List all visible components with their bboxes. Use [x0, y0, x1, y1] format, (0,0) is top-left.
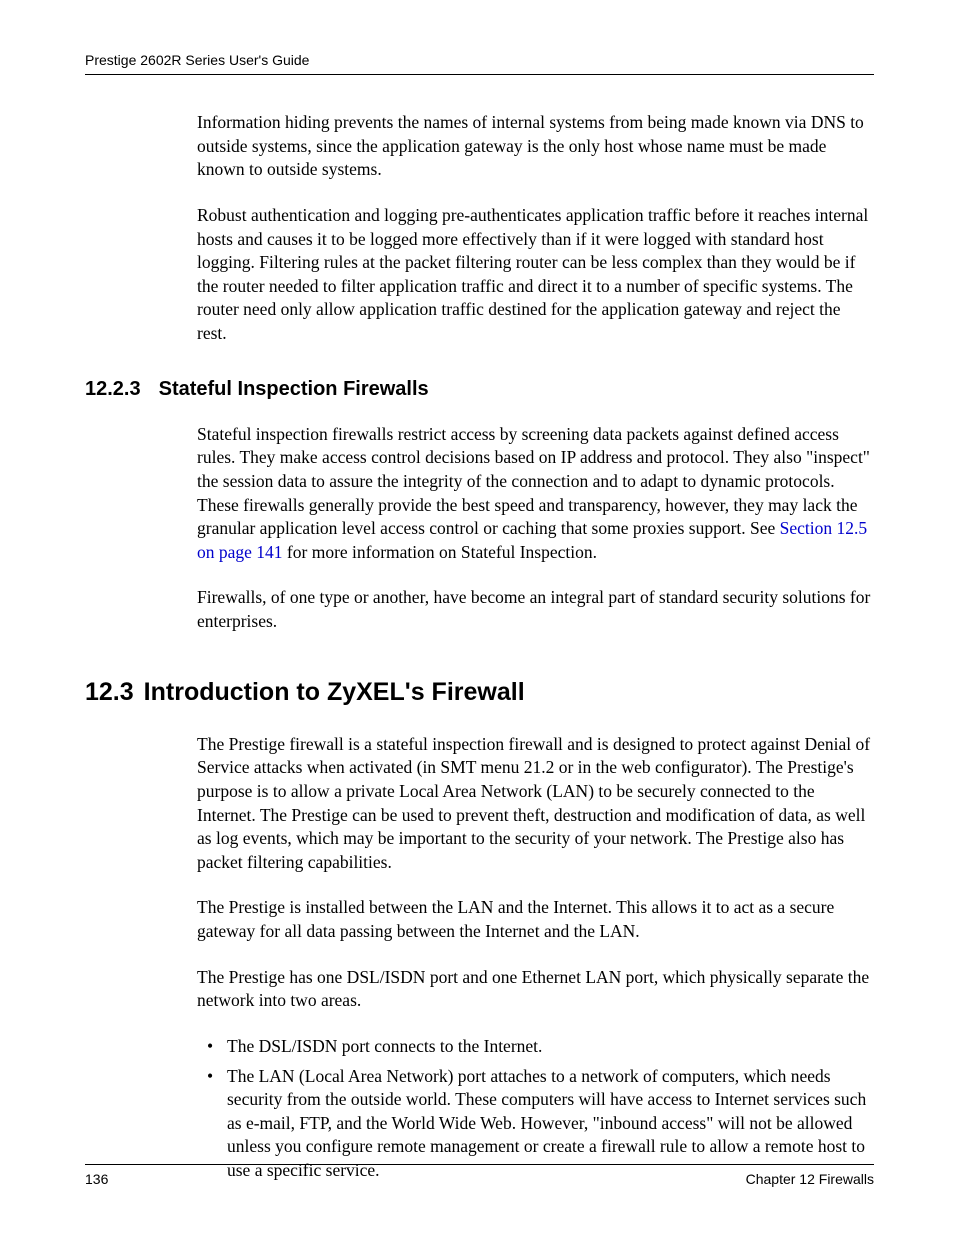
heading-number: 12.3 [85, 678, 134, 707]
body-paragraph: Information hiding prevents the names of… [197, 111, 874, 182]
list-item: The DSL/ISDN port connects to the Intern… [197, 1035, 874, 1059]
body-paragraph: Robust authentication and logging pre-au… [197, 204, 874, 346]
heading-text: Introduction to ZyXEL's Firewall [144, 678, 525, 706]
heading-number: 12.2.3 [85, 378, 141, 401]
page-footer: 136 Chapter 12 Firewalls [85, 1164, 874, 1187]
body-paragraph: The Prestige firewall is a stateful insp… [197, 733, 874, 875]
bullet-list: The DSL/ISDN port connects to the Intern… [197, 1035, 874, 1183]
paragraph-text-pre: Stateful inspection firewalls restrict a… [197, 424, 870, 539]
body-paragraph: Stateful inspection firewalls restrict a… [197, 423, 874, 565]
body-paragraph: The Prestige has one DSL/ISDN port and o… [197, 966, 874, 1013]
page-number: 136 [85, 1171, 108, 1187]
section-heading-12-3: 12.3 Introduction to ZyXEL's Firewall [85, 678, 874, 707]
chapter-label: Chapter 12 Firewalls [746, 1171, 874, 1187]
body-paragraph: Firewalls, of one type or another, have … [197, 586, 874, 633]
page-header: Prestige 2602R Series User's Guide [85, 52, 874, 75]
paragraph-text-post: for more information on Stateful Inspect… [283, 542, 597, 562]
body-paragraph: The Prestige is installed between the LA… [197, 896, 874, 943]
heading-text: Stateful Inspection Firewalls [159, 378, 429, 400]
header-title: Prestige 2602R Series User's Guide [85, 52, 309, 68]
section-heading-12-2-3: 12.2.3 Stateful Inspection Firewalls [85, 378, 874, 401]
